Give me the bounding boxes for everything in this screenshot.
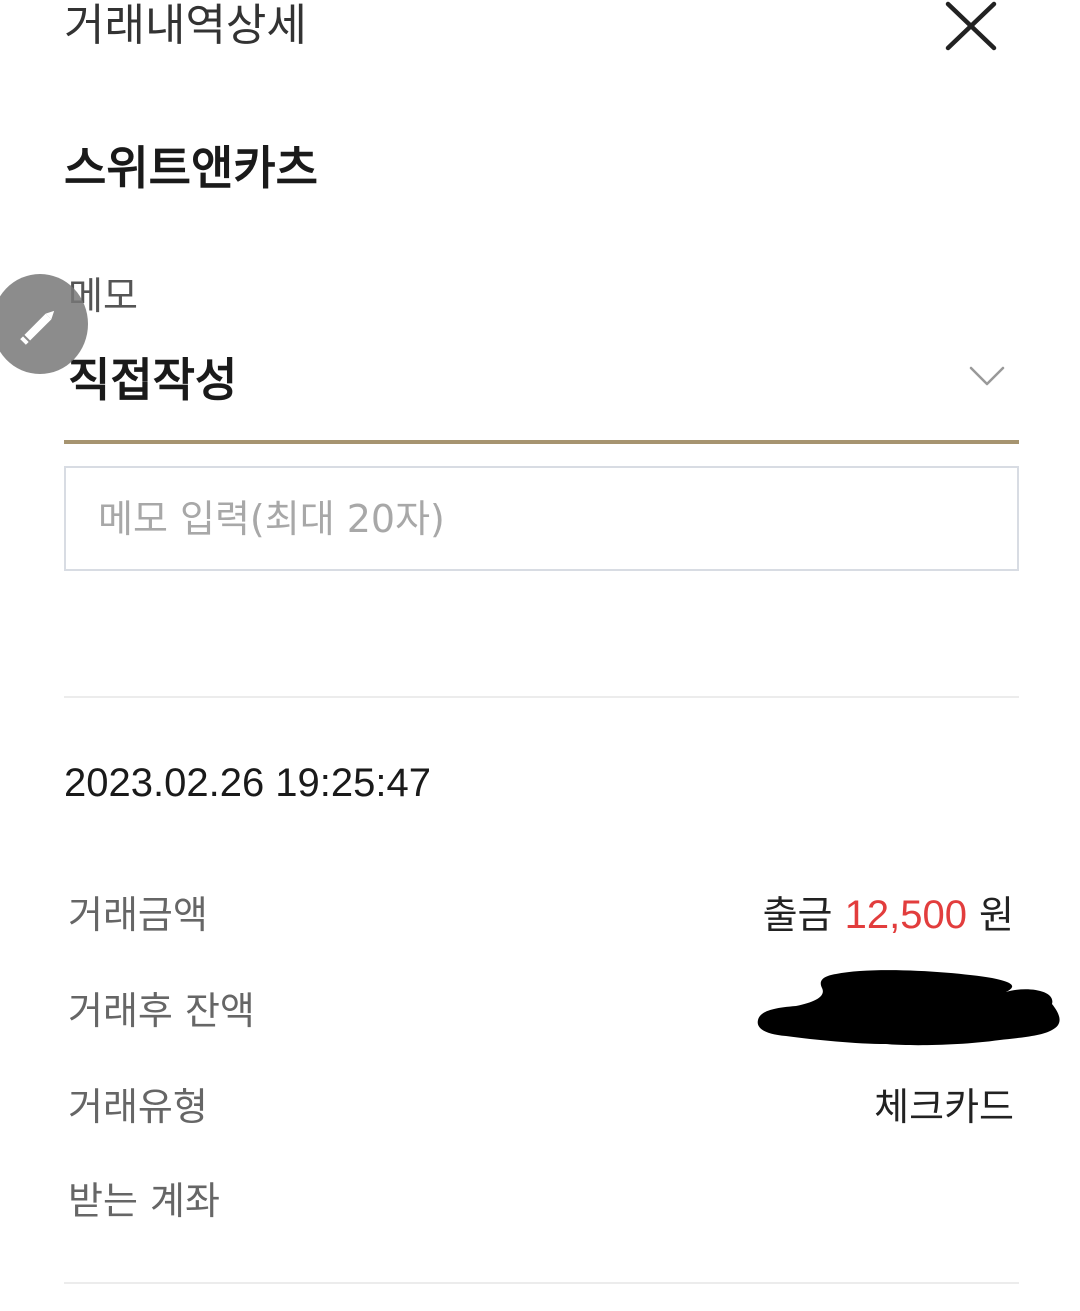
amount-value: 출금 12,500 원: [763, 890, 1014, 940]
memo-type-selected: 직접작성: [68, 353, 238, 407]
close-button[interactable]: [936, 0, 1008, 56]
balance-label: 거래후 잔액: [68, 989, 255, 1033]
pencil-icon: [20, 310, 55, 345]
amount-number: 12,500: [844, 893, 967, 937]
edit-fab-button[interactable]: [0, 274, 88, 374]
memo-type-dropdown[interactable]: 직접작성: [64, 340, 1019, 444]
amount-unit: 원: [979, 893, 1014, 937]
page-title: 거래내역상세: [64, 0, 307, 51]
amount-label: 거래금액: [68, 893, 208, 937]
memo-input[interactable]: [64, 466, 1019, 571]
amount-direction: 출금: [762, 893, 833, 937]
type-value: 체크카드: [874, 1085, 1014, 1129]
type-label: 거래유형: [68, 1085, 208, 1129]
section-divider: [64, 696, 1019, 698]
merchant-name: 스위트앤카츠: [64, 141, 318, 195]
close-icon: [945, 1, 997, 51]
account-label: 받는 계좌: [68, 1179, 220, 1223]
transaction-datetime: 2023.02.26 19:25:47: [64, 761, 432, 805]
redaction-mark: [757, 970, 1060, 1046]
bottom-divider: [64, 1282, 1019, 1284]
chevron-down-icon: [969, 366, 1005, 386]
